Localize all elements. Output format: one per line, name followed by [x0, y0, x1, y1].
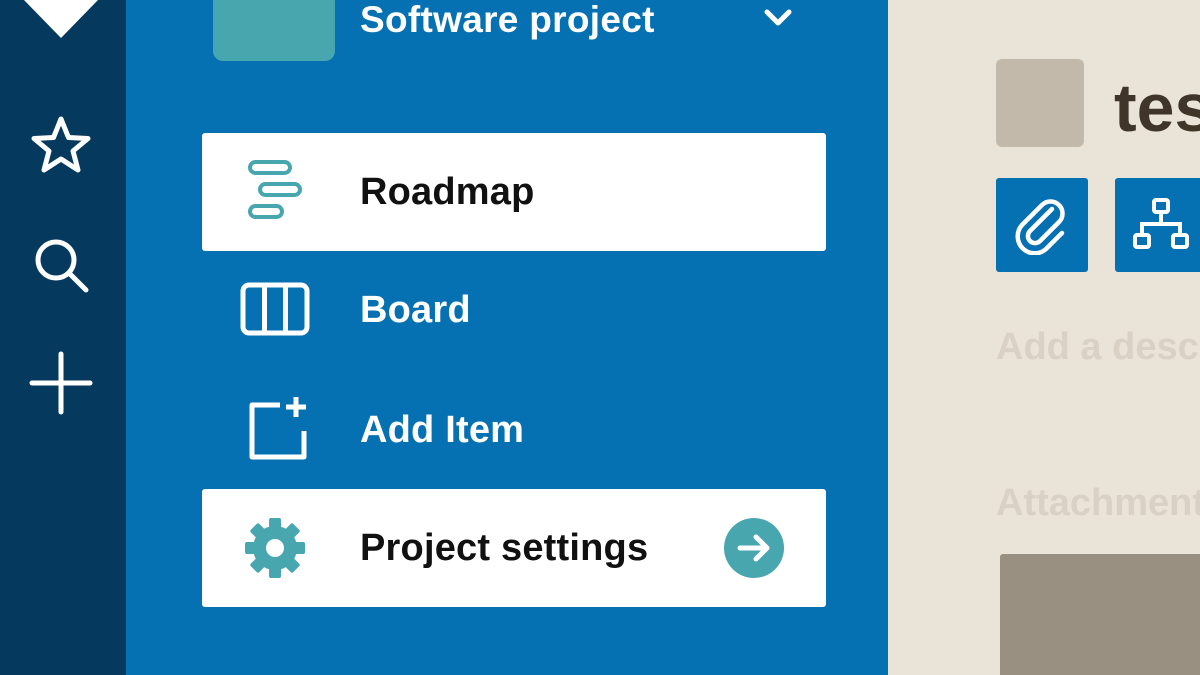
chevron-down-icon[interactable]	[762, 6, 794, 30]
issue-title[interactable]: tes	[1114, 68, 1200, 148]
chevron-down-logo[interactable]	[0, 0, 126, 50]
description-placeholder[interactable]: Add a descr	[996, 326, 1200, 369]
plus-icon[interactable]	[28, 350, 94, 416]
global-nav	[0, 0, 126, 675]
sidebar-item-project-settings[interactable]: Project settings	[202, 489, 826, 607]
attachments-heading: Attachment	[996, 482, 1200, 524]
search-icon[interactable]	[28, 232, 94, 298]
sidebar-item-board[interactable]: Board	[202, 251, 826, 369]
roadmap-icon	[248, 160, 302, 219]
go-to-settings-button[interactable]	[724, 518, 784, 578]
attachment-thumbnail[interactable]	[1000, 554, 1200, 675]
board-icon	[240, 282, 310, 336]
star-icon[interactable]	[28, 113, 94, 179]
project-sidebar: Software project Roadmap Board Add Item	[126, 0, 888, 675]
project-name[interactable]: Software project	[360, 0, 655, 42]
hierarchy-icon	[1133, 198, 1189, 249]
sidebar-item-label: Board	[360, 289, 471, 331]
sidebar-item-label: Project settings	[360, 527, 649, 569]
paperclip-icon	[1015, 199, 1065, 255]
issue-detail-panel: tes Add a descr Attachment	[888, 0, 1200, 675]
add-item-icon	[249, 397, 307, 460]
arrow-right-icon	[737, 534, 770, 562]
issue-type-avatar	[996, 59, 1084, 147]
sidebar-item-label: Add Item	[360, 409, 525, 451]
child-issue-button[interactable]	[1115, 178, 1200, 272]
project-avatar	[213, 0, 335, 61]
sidebar-item-label: Roadmap	[360, 171, 535, 213]
sidebar-item-add-item[interactable]: Add Item	[202, 371, 826, 489]
gear-icon	[245, 518, 305, 578]
sidebar-item-roadmap[interactable]: Roadmap	[202, 133, 826, 251]
attach-button[interactable]	[996, 178, 1088, 272]
